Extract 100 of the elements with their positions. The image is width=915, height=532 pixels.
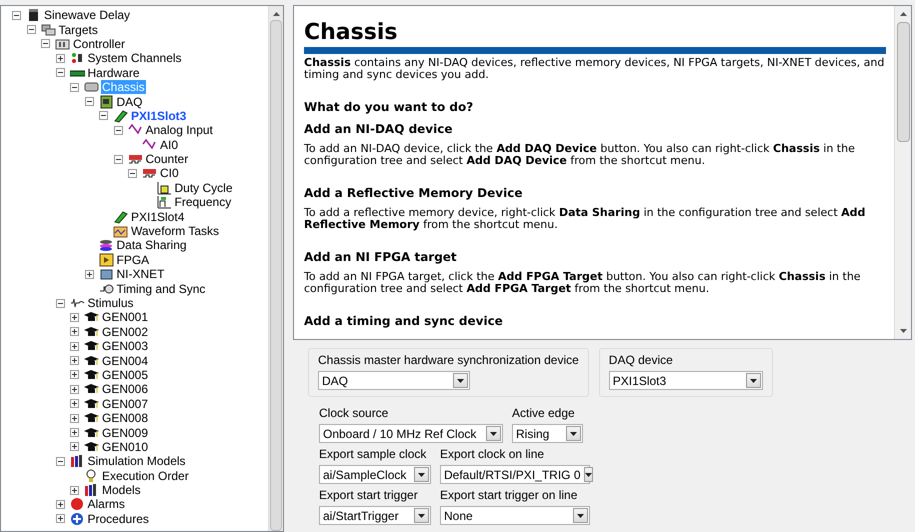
plus-circle-icon <box>70 512 84 526</box>
expand-icon[interactable] <box>70 327 79 336</box>
dropdown[interactable]: PXI1Slot3 <box>608 371 763 390</box>
tree-item[interactable]: GEN004 <box>101 354 150 368</box>
collapse-icon[interactable] <box>70 82 79 92</box>
help-heading: Add an NI-DAQ device <box>304 123 454 135</box>
disks-icon <box>98 238 114 252</box>
expand-icon[interactable] <box>70 342 79 351</box>
tree-item[interactable]: Execution Order <box>101 468 190 483</box>
tree-item[interactable]: Counter <box>144 152 190 166</box>
expand-icon[interactable] <box>70 370 79 380</box>
tree-item[interactable]: GEN001 <box>101 310 150 324</box>
folder-icon <box>113 224 128 238</box>
collapse-icon[interactable] <box>26 25 36 34</box>
tree-item[interactable]: Analog Input <box>144 123 214 138</box>
tree-item[interactable]: CI0 <box>159 166 180 180</box>
arrow-down-icon[interactable] <box>900 329 906 333</box>
expand-icon[interactable] <box>70 312 79 322</box>
expand-icon[interactable] <box>70 414 79 423</box>
tree-item[interactable]: GEN002 <box>101 324 150 339</box>
dropdown[interactable]: ai/SampleClock <box>319 465 431 484</box>
tree-item[interactable]: GEN007 <box>101 396 150 411</box>
field-label: Clock source <box>319 406 390 421</box>
tree-item[interactable]: AI0 <box>159 138 180 152</box>
dropdown[interactable]: Default/RTSI/PXI_TRIG 0 <box>440 465 590 484</box>
tree-item[interactable]: Timing and Sync <box>116 282 206 296</box>
expand-icon[interactable] <box>70 442 79 452</box>
field-label: Export start trigger <box>319 488 419 503</box>
dropdown[interactable]: ai/StartTrigger <box>319 506 431 525</box>
field-label: Export clock on line <box>440 447 546 462</box>
tree-item[interactable]: Data Sharing <box>116 238 188 252</box>
expand-icon[interactable] <box>70 486 79 495</box>
tree-item[interactable]: GEN009 <box>101 426 150 440</box>
tree-item[interactable]: Hardware <box>86 66 141 80</box>
tree-item[interactable]: GEN005 <box>101 368 150 382</box>
tree-item[interactable]: GEN010 <box>101 440 150 454</box>
scrollbar[interactable] <box>268 6 283 531</box>
arrow-up-icon[interactable] <box>272 12 280 16</box>
expand-icon[interactable] <box>70 399 79 408</box>
expand-icon[interactable] <box>56 500 64 509</box>
collapse-icon[interactable] <box>56 68 64 78</box>
tree-item[interactable]: Duty Cycle <box>174 180 234 195</box>
dropdown[interactable]: DAQ <box>318 371 470 390</box>
chip-icon <box>98 252 114 267</box>
help-paragraph: To add an NI-DAQ device, click the Add DAQ Device button. You also can right-click Chassis in the configuration tree and select Add DAQ Device from the shortcut menu. <box>304 143 856 167</box>
tree-item[interactable]: NI-XNET <box>116 267 166 282</box>
mortarboard-icon <box>84 368 99 382</box>
tree-item[interactable]: Sinewave Delay <box>43 8 132 22</box>
chassis-icon <box>84 80 99 94</box>
field-label: Chassis master hardware synchronization device <box>318 352 579 369</box>
tree-item[interactable]: System Channels <box>86 51 183 66</box>
expand-icon[interactable] <box>70 384 79 394</box>
mortarboard-icon <box>84 426 99 440</box>
tree-item[interactable]: Controller <box>72 36 126 51</box>
clock-icon <box>98 282 114 296</box>
tree-item[interactable]: Waveform Tasks <box>130 224 220 238</box>
dropdown[interactable]: None <box>440 506 590 525</box>
collapse-icon[interactable] <box>12 10 21 20</box>
collapse-icon[interactable] <box>99 111 108 120</box>
collapse-icon[interactable] <box>114 154 122 164</box>
cube-icon <box>26 8 41 22</box>
tree-item[interactable]: GEN006 <box>101 382 150 396</box>
pulse-icon <box>156 195 172 210</box>
dropdown[interactable]: Onboard / 10 MHz Ref Clock <box>319 424 503 443</box>
caret-icon <box>577 514 584 518</box>
mortarboard-icon <box>84 440 99 454</box>
arrow-up-icon[interactable] <box>900 12 906 16</box>
help-heading: Add a timing and sync device <box>304 315 504 327</box>
tree-item[interactable]: PXI1Slot3 <box>130 108 188 123</box>
tree-item[interactable]: Procedures <box>86 512 150 526</box>
tree-item[interactable]: GEN008 <box>101 411 150 426</box>
expand-icon[interactable] <box>70 428 79 438</box>
tree-item[interactable]: DAQ <box>116 94 144 109</box>
tree-item[interactable]: Simulation Models <box>86 454 187 468</box>
scrollbar[interactable] <box>894 6 911 339</box>
dropdown[interactable]: Rising <box>512 424 583 443</box>
tree-item[interactable]: Frequency <box>174 195 232 210</box>
tree-item[interactable]: Stimulus <box>86 296 135 310</box>
expand-icon[interactable] <box>56 54 64 63</box>
counter-icon <box>142 166 157 180</box>
expand-icon[interactable] <box>56 514 64 524</box>
tree-item[interactable]: FPGA <box>116 252 150 267</box>
tree-item[interactable]: Targets <box>58 22 99 37</box>
caret-icon <box>457 378 464 382</box>
expand-icon[interactable] <box>84 270 94 279</box>
collapse-icon[interactable] <box>41 39 50 48</box>
collapse-icon[interactable] <box>128 168 137 178</box>
collapse-icon[interactable] <box>56 456 64 466</box>
tree-item[interactable]: PXI1Slot4 <box>130 210 186 224</box>
caret-icon <box>418 514 425 518</box>
tree-item[interactable]: Alarms <box>86 497 126 512</box>
card-icon <box>113 108 128 123</box>
collapse-icon[interactable] <box>84 97 94 106</box>
expand-icon[interactable] <box>70 356 79 366</box>
tree-item[interactable]: GEN003 <box>101 339 150 354</box>
collapse-icon[interactable] <box>56 298 64 308</box>
caret-icon <box>750 378 757 382</box>
collapse-icon[interactable] <box>114 126 122 135</box>
help-heading: Add a Reflective Memory Device <box>304 187 524 199</box>
tree-item[interactable]: Models <box>101 483 142 498</box>
